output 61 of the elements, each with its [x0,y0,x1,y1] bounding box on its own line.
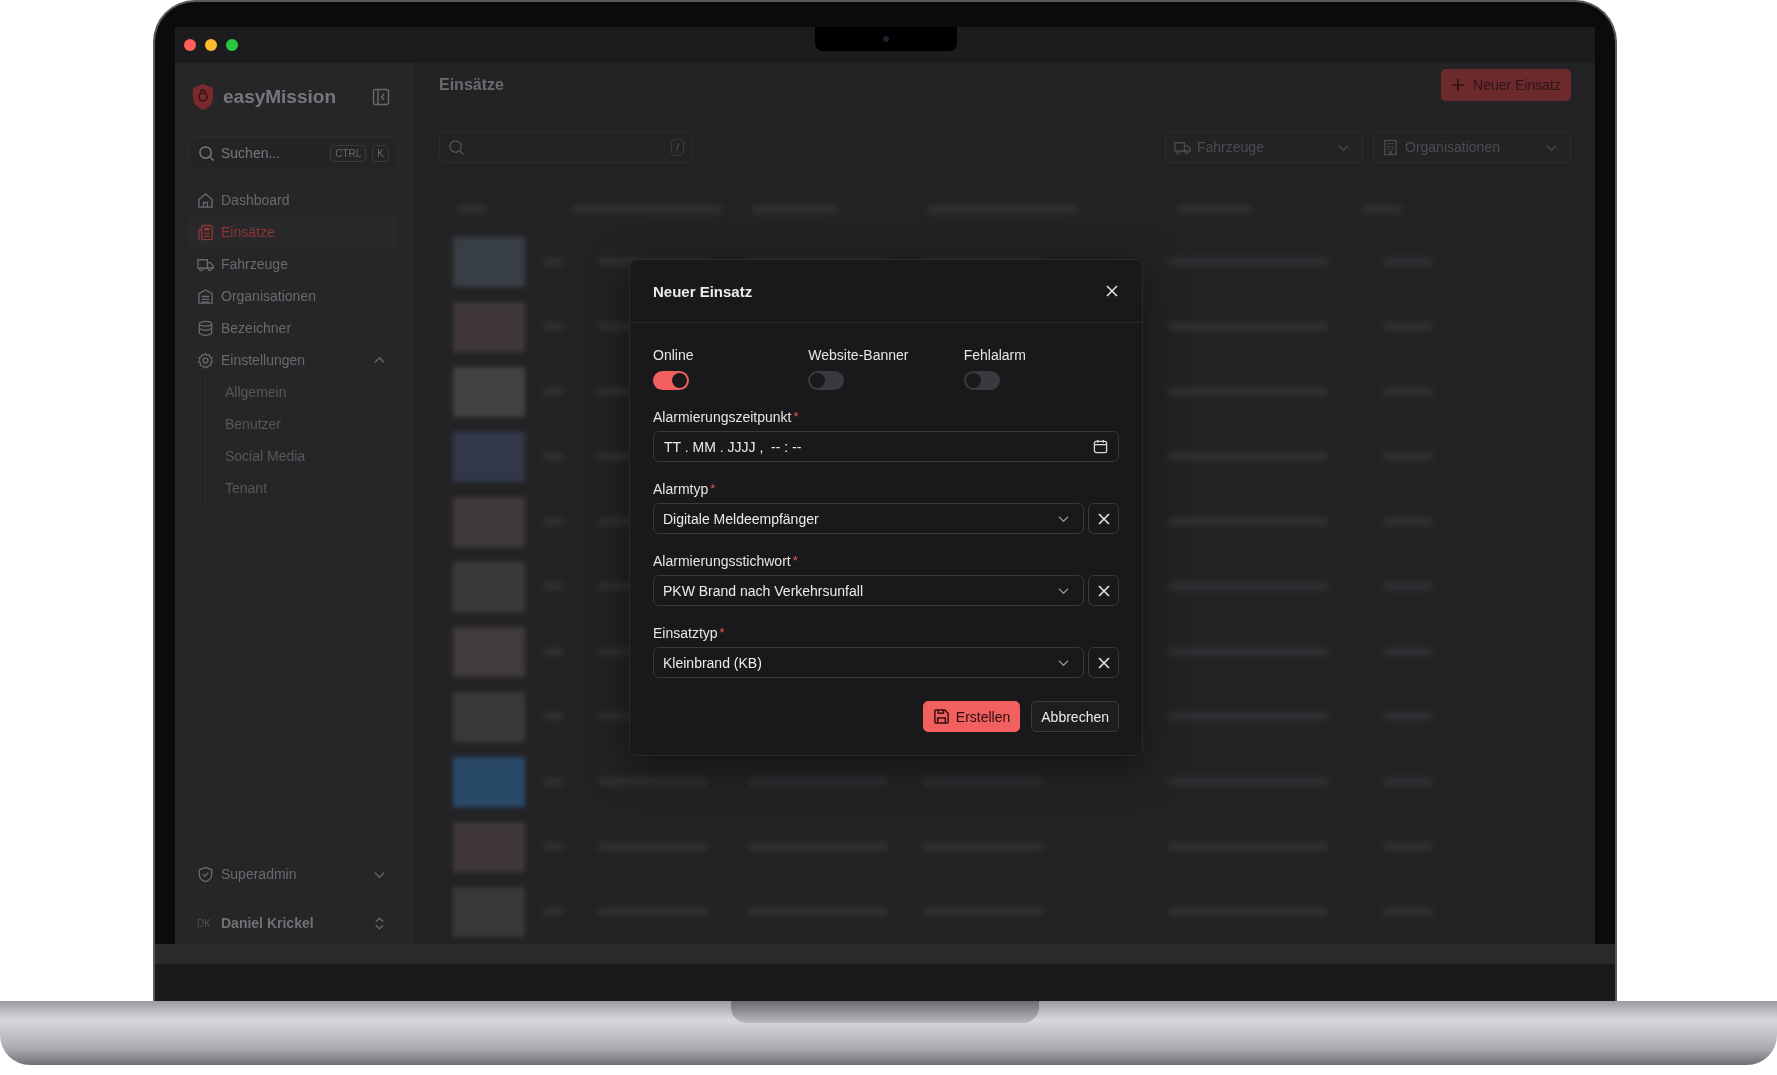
minimize-window-dot[interactable] [205,39,217,51]
toggle-label: Online [653,347,694,363]
nav-item[interactable]: Bezeichner [189,312,398,344]
nav-item[interactable]: Dashboard [189,184,398,216]
field-label: Alarmtyp [653,481,709,497]
field-label: Alarmierungsstichwort [653,553,791,569]
close-window-dot[interactable] [184,39,196,51]
new-mission-button[interactable]: Neuer Einsatz [1441,68,1571,101]
search-icon [198,144,215,162]
shield-check-icon [197,865,214,883]
building-icon [197,287,214,305]
field-label: Einsatztyp [653,625,718,641]
required-mark: * [792,553,798,568]
save-icon [932,708,950,725]
toggle-label: Fehlalarm [963,347,1026,363]
shield-logo-icon [191,83,215,111]
database-icon [197,319,214,337]
zoom-window-dot[interactable] [226,39,238,51]
role-menu[interactable]: Superadmin [189,858,398,890]
table-search-field[interactable]: / [439,131,693,163]
close-icon[interactable] [1105,284,1119,298]
close-icon [1096,655,1111,670]
field-label: Alarmierungszeitpunkt [653,409,792,425]
toggle-switch[interactable] [808,371,845,390]
search-placeholder: Suchen... [221,145,282,161]
settings-icon [197,351,214,369]
clear-button[interactable] [1088,575,1119,606]
required-mark: * [719,625,725,640]
sidebar-collapse-icon[interactable] [372,88,390,106]
plus-icon [1451,77,1466,92]
select-field[interactable]: Kleinbrand (KB) [653,647,1084,678]
app-name: easyMission [223,86,337,108]
shortcut-key: K [372,144,389,162]
clear-button[interactable] [1088,503,1119,534]
required-mark: * [793,409,799,424]
dialog-title: Neuer Einsatz [653,282,753,300]
close-icon [1096,583,1111,598]
cancel-button[interactable]: Abbrechen [1031,701,1119,732]
select-field[interactable]: Digitale Meldeempfänger [653,503,1084,534]
office-building-icon [1382,138,1399,156]
search-field[interactable]: Suchen... CTRL K [189,136,398,170]
search-icon [448,138,465,156]
home-icon [197,191,214,209]
toggle-switch[interactable] [963,371,1000,390]
document-icon [197,223,214,241]
toggle-label: Website-Banner [808,347,909,363]
shortcut-key: / [671,138,684,156]
toggle-switch[interactable] [653,371,689,390]
close-icon [1096,511,1111,526]
page-title: Einsätze [439,75,505,94]
shortcut-key: CTRL [330,144,367,162]
create-button[interactable]: Erstellen [922,701,1021,732]
nav-item[interactable]: Einstellungen [189,344,398,376]
nav-item[interactable]: Organisationen [189,280,398,312]
nav-item[interactable]: Fahrzeuge [189,248,398,280]
chevron-up-down-icon [373,916,386,930]
required-mark: * [710,481,716,496]
calendar-icon[interactable] [1093,439,1108,454]
select-field[interactable]: PKW Brand nach Verkehrsunfall [653,575,1084,606]
clear-button[interactable] [1088,647,1119,678]
datetime-field[interactable]: TT . MM . JJJJ , -- : -- [653,431,1119,462]
